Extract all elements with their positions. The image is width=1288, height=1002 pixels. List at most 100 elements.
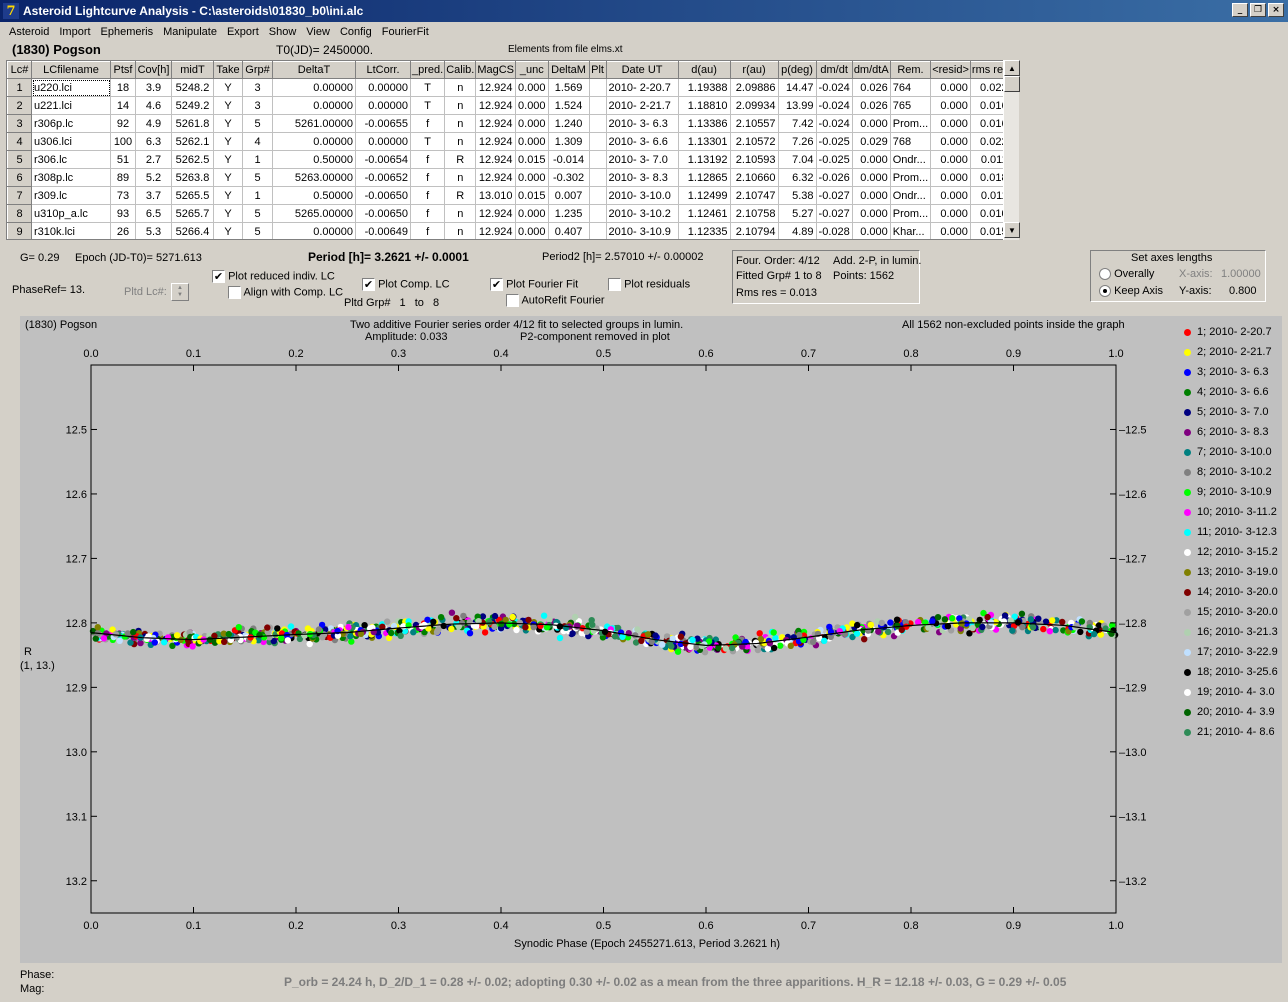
- table-cell[interactable]: 5266.4: [171, 222, 214, 239]
- column-header[interactable]: <resid>: [930, 61, 971, 79]
- table-cell[interactable]: 5.3: [135, 222, 172, 239]
- table-cell[interactable]: 12.924: [475, 78, 517, 97]
- table-cell[interactable]: 2.10794: [730, 222, 779, 239]
- table-cell[interactable]: 0.000: [515, 222, 549, 239]
- table-cell[interactable]: 4.89: [778, 222, 817, 239]
- plot-reduced-checkbox[interactable]: ✔ Plot reduced indiv. LC: [212, 270, 335, 283]
- table-cell[interactable]: 1.19388: [678, 78, 731, 97]
- table-cell[interactable]: [589, 168, 607, 187]
- autorefit-checkbox[interactable]: AutoRefit Fourier: [506, 294, 605, 307]
- table-cell[interactable]: 14: [110, 96, 136, 115]
- table-cell[interactable]: 0.000: [852, 168, 891, 187]
- table-row[interactable]: 9 r310k.lci 26 5.3 5266.4 Y 5 0.00000 -0.00649 f n…: [7, 222, 1011, 239]
- x-axis-field[interactable]: 1.00000: [1221, 268, 1261, 280]
- table-cell[interactable]: 0.015: [515, 186, 549, 205]
- column-header[interactable]: r(au): [729, 61, 779, 79]
- minimize-button[interactable]: _: [1232, 3, 1248, 17]
- checkbox-checked-icon[interactable]: ✔: [490, 278, 503, 291]
- menu-manipulate[interactable]: Manipulate: [158, 26, 222, 38]
- table-cell[interactable]: Prom...: [890, 168, 932, 187]
- table-cell[interactable]: f: [410, 150, 446, 169]
- table-cell[interactable]: 0.000: [515, 168, 549, 187]
- table-cell[interactable]: 2010- 2-21.7: [606, 96, 679, 115]
- table-row[interactable]: 7 r309.lc 73 3.7 5265.5 Y 1 0.50000 -0.00650 f R 13…: [7, 186, 1011, 205]
- restore-button[interactable]: ❐: [1250, 3, 1266, 17]
- pltd-lc-spinner[interactable]: ▲ ▼: [171, 283, 189, 301]
- table-cell[interactable]: u306.lci: [31, 132, 111, 151]
- table-cell[interactable]: f: [410, 168, 446, 187]
- table-cell[interactable]: 1.524: [548, 96, 590, 115]
- table-cell[interactable]: 0.029: [852, 132, 891, 151]
- table-cell[interactable]: 1.569: [548, 78, 590, 97]
- table-cell[interactable]: u220.lci: [31, 78, 111, 97]
- grp-from[interactable]: 1: [400, 297, 406, 309]
- column-header[interactable]: LtCorr.: [355, 61, 411, 79]
- table-cell[interactable]: 2010- 3- 6.6: [606, 132, 679, 151]
- keep-axis-radio[interactable]: Keep Axis: [1099, 285, 1163, 298]
- column-header[interactable]: midT: [171, 61, 214, 79]
- table-cell[interactable]: 764: [890, 78, 932, 97]
- checkbox-checked-icon[interactable]: ✔: [212, 270, 225, 283]
- table-cell[interactable]: 1.309: [548, 132, 590, 151]
- column-header[interactable]: LCfilename: [31, 61, 111, 79]
- table-cell[interactable]: 0.50000: [272, 150, 356, 169]
- table-cell[interactable]: T: [410, 78, 446, 97]
- table-cell[interactable]: 0.000: [930, 78, 971, 97]
- table-cell[interactable]: Khar...: [890, 222, 932, 239]
- row-header[interactable]: 8: [7, 204, 32, 223]
- checkbox-empty-icon[interactable]: [228, 286, 241, 299]
- table-cell[interactable]: 12.924: [475, 132, 517, 151]
- table-cell[interactable]: Y: [213, 96, 243, 115]
- table-cell[interactable]: n: [444, 168, 477, 187]
- radio-off-icon[interactable]: [1099, 268, 1111, 281]
- table-cell[interactable]: -0.00649: [355, 222, 411, 239]
- scroll-up-icon[interactable]: ▲: [1004, 60, 1020, 76]
- table-cell[interactable]: 5.38: [778, 186, 817, 205]
- table-row[interactable]: 5 r306.lc 51 2.7 5262.5 Y 1 0.50000 -0.00654 f R 12…: [7, 150, 1011, 169]
- table-cell[interactable]: f: [410, 186, 446, 205]
- table-cell[interactable]: Y: [213, 168, 243, 187]
- column-header[interactable]: MagCS: [475, 61, 517, 79]
- row-header[interactable]: 3: [7, 114, 32, 133]
- table-cell[interactable]: 5: [242, 222, 273, 239]
- table-cell[interactable]: 3: [242, 96, 273, 115]
- table-cell[interactable]: 0.000: [515, 96, 549, 115]
- menu-show[interactable]: Show: [264, 26, 302, 38]
- column-header[interactable]: dm/dt: [815, 61, 853, 79]
- table-cell[interactable]: 12.924: [475, 222, 517, 239]
- table-cell[interactable]: 13.010: [475, 186, 517, 205]
- table-cell[interactable]: 51: [110, 150, 136, 169]
- table-cell[interactable]: Prom...: [890, 204, 932, 223]
- column-header[interactable]: Rem.: [889, 61, 932, 79]
- menu-view[interactable]: View: [301, 26, 335, 38]
- column-header[interactable]: Ptsf: [110, 61, 136, 79]
- table-cell[interactable]: 18: [110, 78, 136, 97]
- table-cell[interactable]: 0.000: [515, 114, 549, 133]
- row-header[interactable]: 5: [7, 150, 32, 169]
- table-cell[interactable]: T: [410, 96, 446, 115]
- table-cell[interactable]: 0.00000: [355, 96, 411, 115]
- table-cell[interactable]: f: [410, 114, 446, 133]
- app-icon[interactable]: 7: [3, 3, 19, 19]
- table-cell[interactable]: -0.025: [816, 132, 853, 151]
- table-cell[interactable]: 0.00000: [272, 78, 356, 97]
- table-cell[interactable]: 14.47: [778, 78, 817, 97]
- table-cell[interactable]: 0.000: [930, 204, 971, 223]
- table-cell[interactable]: n: [444, 96, 477, 115]
- table-cell[interactable]: 4.6: [135, 96, 172, 115]
- table-cell[interactable]: -0.00650: [355, 204, 411, 223]
- checkbox-empty-icon[interactable]: [608, 278, 621, 291]
- menu-asteroid[interactable]: Asteroid: [4, 26, 54, 38]
- table-cell[interactable]: u221.lci: [31, 96, 111, 115]
- table-cell[interactable]: 3: [242, 78, 273, 97]
- column-header[interactable]: Cov[h]: [135, 61, 172, 79]
- table-cell[interactable]: -0.026: [816, 168, 853, 187]
- table-cell[interactable]: 100: [110, 132, 136, 151]
- table-cell[interactable]: 5: [242, 168, 273, 187]
- table-cell[interactable]: -0.028: [816, 222, 853, 239]
- table-cell[interactable]: 1.12461: [678, 204, 731, 223]
- table-cell[interactable]: 5261.00000: [272, 114, 356, 133]
- table-cell[interactable]: 0.015: [515, 150, 549, 169]
- table-cell[interactable]: 7.04: [778, 150, 817, 169]
- row-header[interactable]: 9: [7, 222, 32, 239]
